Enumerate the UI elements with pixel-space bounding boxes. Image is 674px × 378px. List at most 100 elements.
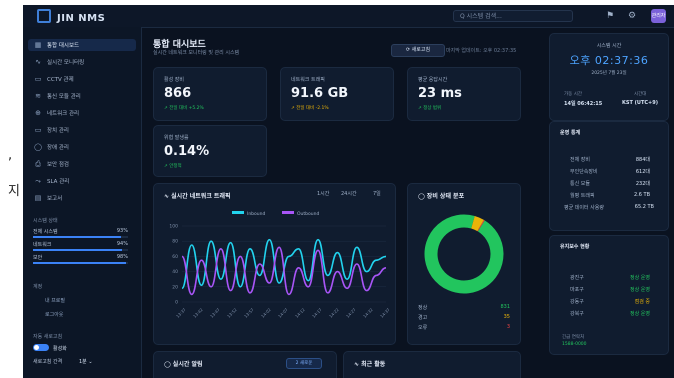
settings-icon[interactable]: ⚙: [626, 10, 638, 22]
status-panel-title: ◯ 장비 상태 분포: [418, 193, 465, 200]
resource-label: 보안: [33, 255, 43, 261]
avatar[interactable]: 관리자: [651, 9, 666, 23]
ops-row: 전체 장비 884대: [570, 156, 650, 163]
sidebar-item-reports[interactable]: ▤ 보고서: [28, 192, 136, 204]
bell-icon[interactable]: ⚑: [604, 10, 616, 22]
printer-icon: ⎙: [35, 160, 41, 168]
top-bar: JIN NMS Q 시스템 검색... ⚑ ⚙ 관리자: [23, 5, 674, 28]
logo-icon: [37, 9, 51, 23]
x-tick-label: 14:12: [294, 307, 306, 319]
resource-bar: [33, 249, 128, 251]
sidebar-item-network[interactable]: ⊕ 네트워크 관리: [28, 107, 136, 119]
kpi-trend: ↗ 안정적: [164, 164, 182, 169]
ops-value: 884대: [635, 157, 650, 163]
resource-row: 전체 시스템 93%: [33, 228, 128, 235]
ops-label: 무인단속장비: [570, 169, 598, 175]
sidebar-item-sla[interactable]: ⤳ SLA 관리: [28, 175, 136, 187]
pulse-icon: ∿: [35, 58, 41, 66]
maintenance-row: 광진구 정상 운영: [570, 274, 650, 281]
resource-section-title: 시스템 상태: [33, 218, 58, 224]
clock-value: 오후 02:37:36: [569, 54, 649, 67]
x-tick-label: 13:37: [175, 307, 187, 319]
y-tick-label: 40: [172, 269, 178, 275]
alerts-badge[interactable]: 2 새로운: [286, 358, 322, 369]
status-label: 오류: [418, 325, 428, 331]
status-panel: ◯ 장비 상태 분포 정상 831 경고 35 오류 3: [407, 183, 521, 345]
sidebar-item-security[interactable]: ⎙ 보안 점검: [28, 158, 136, 170]
auto-refresh-state: 활성화: [53, 346, 67, 352]
donut-slice: [471, 215, 484, 232]
cut-text-left-2: 지: [8, 184, 20, 199]
resource-value: 98%: [116, 254, 128, 260]
traffic-chart: 100 80 60 40 20 013:37 13:42 13:47 13:52 13:57 14:…: [169, 224, 391, 319]
profile-link[interactable]: 내 프로필: [45, 297, 65, 304]
kpi-trend: ↗ 전일 대비 +5.2%: [164, 106, 204, 111]
traffic-panel: ∿ 실시간 네트워크 트래픽 1시간 24시간 7일 Inbound Outbo…: [153, 183, 396, 345]
ops-row: 평균 데이터 사용량 65.2 TB: [564, 204, 654, 211]
x-tick-label: 13:52: [226, 307, 238, 319]
refresh-button[interactable]: ⟳ 새로고침: [391, 44, 445, 57]
resource-bar: [33, 236, 128, 238]
brand-name: JIN NMS: [57, 13, 106, 24]
ops-panel: 운영 통계 전체 장비 884대 무인단속장비 612대 통신 모듈 232대 월평 …: [549, 121, 669, 231]
y-tick-label: 60: [172, 254, 178, 260]
ops-row: 월평 트래픽 2.6 TB: [570, 192, 650, 199]
page-subtitle: 실시간 네트워크 모니터링 및 관리 시스템: [153, 50, 240, 56]
status-donut-chart: [424, 214, 504, 294]
timezone-label: 시간대: [634, 92, 647, 97]
kpi-value: 0.14%: [164, 144, 210, 159]
clock-date: 2025년 7월 23일: [591, 71, 627, 76]
search-input[interactable]: Q 시스템 검색...: [453, 10, 573, 22]
kpi-card-devices: 활성 장비 866 ↗ 전일 대비 +5.2%: [153, 67, 267, 121]
trend-icon: ⤳: [35, 177, 41, 185]
y-tick-label: 20: [172, 284, 178, 290]
x-tick-label: 14:27: [345, 307, 357, 319]
refresh-interval-select[interactable]: 1분 ⌄: [79, 358, 93, 365]
x-tick-label: 13:42: [192, 307, 204, 319]
sidebar-item-dashboard[interactable]: ▦ 통합 대시보드: [28, 39, 136, 51]
ops-value: 612대: [635, 169, 650, 175]
logout-link[interactable]: 로그아웃: [45, 311, 63, 318]
auto-refresh-toggle[interactable]: [33, 344, 49, 351]
wifi-icon: ≋: [35, 92, 41, 100]
resource-row: 보안 98%: [33, 254, 128, 261]
sidebar-item-label: 실시간 모니터링: [47, 60, 85, 66]
brand[interactable]: JIN NMS: [37, 9, 105, 24]
resource-bar-fill: [33, 236, 122, 238]
maintenance-label: 강북구: [570, 311, 584, 317]
sidebar-item-faults[interactable]: ◯ 장애 관리: [28, 141, 136, 153]
y-tick-label: 100: [169, 224, 178, 230]
uptime-label: 가동 시간: [564, 92, 582, 97]
sidebar-item-modules[interactable]: ≋ 통신 모듈 관리: [28, 90, 136, 102]
sidebar-item-label: 보안 점검: [47, 162, 69, 168]
kpi-label: 활성 장비: [164, 77, 184, 83]
sidebar-item-label: 통합 대시보드: [47, 43, 80, 49]
camera-icon: ▭: [34, 75, 42, 83]
kpi-value: 23 ms: [418, 86, 462, 101]
sidebar-item-label: 장애 관리: [47, 145, 69, 151]
uptime-value: 14일 06:42:15: [564, 101, 603, 107]
maintenance-status: 정상 운영: [630, 287, 650, 293]
refresh-interval-label: 새로고침 간격: [33, 359, 63, 365]
kpi-card-traffic: 네트워크 트래픽 91.6 GB ↗ 전일 대비 -2.1%: [280, 67, 394, 121]
refresh-interval-value: 1분: [79, 359, 87, 365]
status-row-warning: 경고 35: [418, 314, 510, 321]
report-icon: ▤: [34, 194, 42, 202]
sidebar-item-devices[interactable]: ▭ 장치 관리: [28, 124, 136, 136]
sidebar-item-monitoring[interactable]: ∿ 실시간 모니터링: [28, 56, 136, 68]
contact-value[interactable]: 1588-0000: [562, 342, 587, 347]
sidebar-item-label: 네트워크 관리: [47, 111, 80, 117]
activity-panel-title: ∿ 최근 활동: [354, 361, 386, 368]
sidebar-item-cctv[interactable]: ▭ CCTV 관제: [28, 73, 136, 85]
kpi-trend: ↗ 전일 대비 -2.1%: [291, 106, 329, 111]
kpi-card-threat: 위협 발생률 0.14% ↗ 안정적: [153, 125, 267, 177]
donut-slice: [424, 214, 504, 294]
cut-text-left-1: ,: [8, 148, 13, 163]
resource-row: 네트워크 94%: [33, 241, 128, 248]
chevron-down-icon: ⌄: [88, 359, 93, 365]
status-row-error: 오류 3: [418, 324, 510, 331]
clock-title: 시스템 시간: [596, 43, 622, 49]
sidebar: ▦ 통합 대시보드 ∿ 실시간 모니터링 ▭ CCTV 관제 ≋ 통신 모듈 관리 ⊕ 네…: [23, 27, 142, 378]
contact-label: 긴급 연락처: [562, 335, 585, 340]
globe-icon: ⊕: [35, 109, 41, 117]
